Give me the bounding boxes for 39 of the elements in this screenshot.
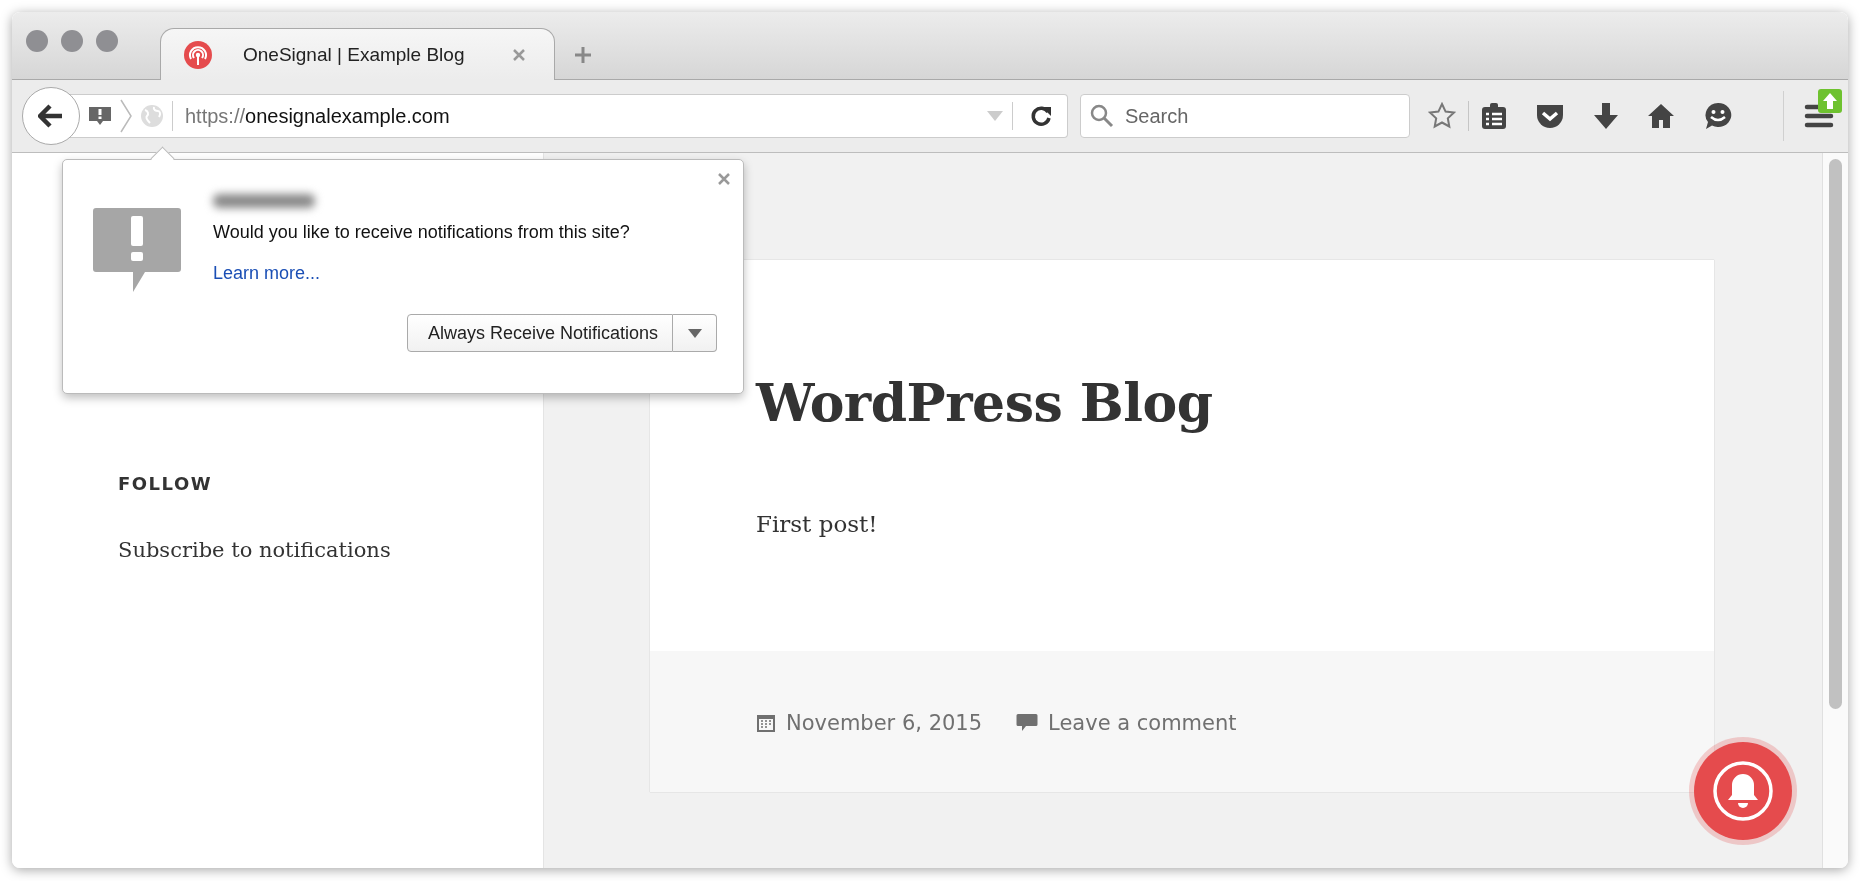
update-badge-icon bbox=[1818, 89, 1842, 113]
search-icon bbox=[1090, 104, 1114, 128]
post-title[interactable]: WordPress Blog bbox=[756, 372, 1608, 433]
bell-icon bbox=[1713, 761, 1773, 821]
post-text: First post! bbox=[756, 511, 879, 537]
tab-title: OneSignal | Example Blog bbox=[242, 43, 466, 66]
widget-title: FOLLOW bbox=[118, 473, 214, 494]
chevron-icon bbox=[120, 99, 132, 133]
star-icon[interactable] bbox=[1428, 102, 1456, 130]
home-icon[interactable] bbox=[1647, 102, 1675, 130]
clipboard-list-icon[interactable] bbox=[1481, 102, 1507, 130]
subscribe-link[interactable]: Subscribe to notifications bbox=[118, 538, 543, 562]
caret-icon bbox=[687, 328, 702, 338]
alert-bubble-icon bbox=[93, 208, 181, 292]
down-arrow-icon[interactable] bbox=[1593, 102, 1619, 130]
learn-more-link[interactable]: Learn more... bbox=[213, 263, 321, 284]
scrollbar[interactable] bbox=[1822, 153, 1848, 868]
window-minimize-button[interactable] bbox=[61, 29, 83, 52]
always-receive-button[interactable]: Always Receive Notifications bbox=[406, 314, 673, 352]
menu-icon[interactable] bbox=[1804, 103, 1834, 129]
comment-bubble-icon bbox=[1016, 713, 1039, 733]
reload-icon[interactable] bbox=[1029, 104, 1053, 128]
window-close-button[interactable] bbox=[26, 29, 48, 52]
scrollbar-thumb[interactable] bbox=[1829, 159, 1842, 709]
back-arrow-icon bbox=[38, 104, 64, 128]
close-icon[interactable] bbox=[717, 172, 731, 186]
browser-tab[interactable]: OneSignal | Example Blog bbox=[160, 28, 555, 80]
window-zoom-button[interactable] bbox=[96, 29, 118, 52]
plus-icon[interactable] bbox=[573, 45, 593, 65]
smiley-bubble-icon[interactable] bbox=[1703, 101, 1733, 131]
rounded-shield-icon[interactable] bbox=[1535, 102, 1565, 130]
permission-message: Would you like to receive notifications from this site? bbox=[213, 222, 631, 243]
signal-logo-icon bbox=[183, 39, 213, 70]
post-date-link[interactable]: November 6, 2015 bbox=[786, 711, 983, 735]
calendar-icon bbox=[756, 713, 776, 733]
close-icon[interactable] bbox=[512, 47, 526, 62]
comment-link[interactable]: Leave a comment bbox=[1048, 711, 1237, 735]
dropdown-button[interactable] bbox=[673, 314, 717, 352]
search-field[interactable]: Search bbox=[1080, 94, 1410, 138]
